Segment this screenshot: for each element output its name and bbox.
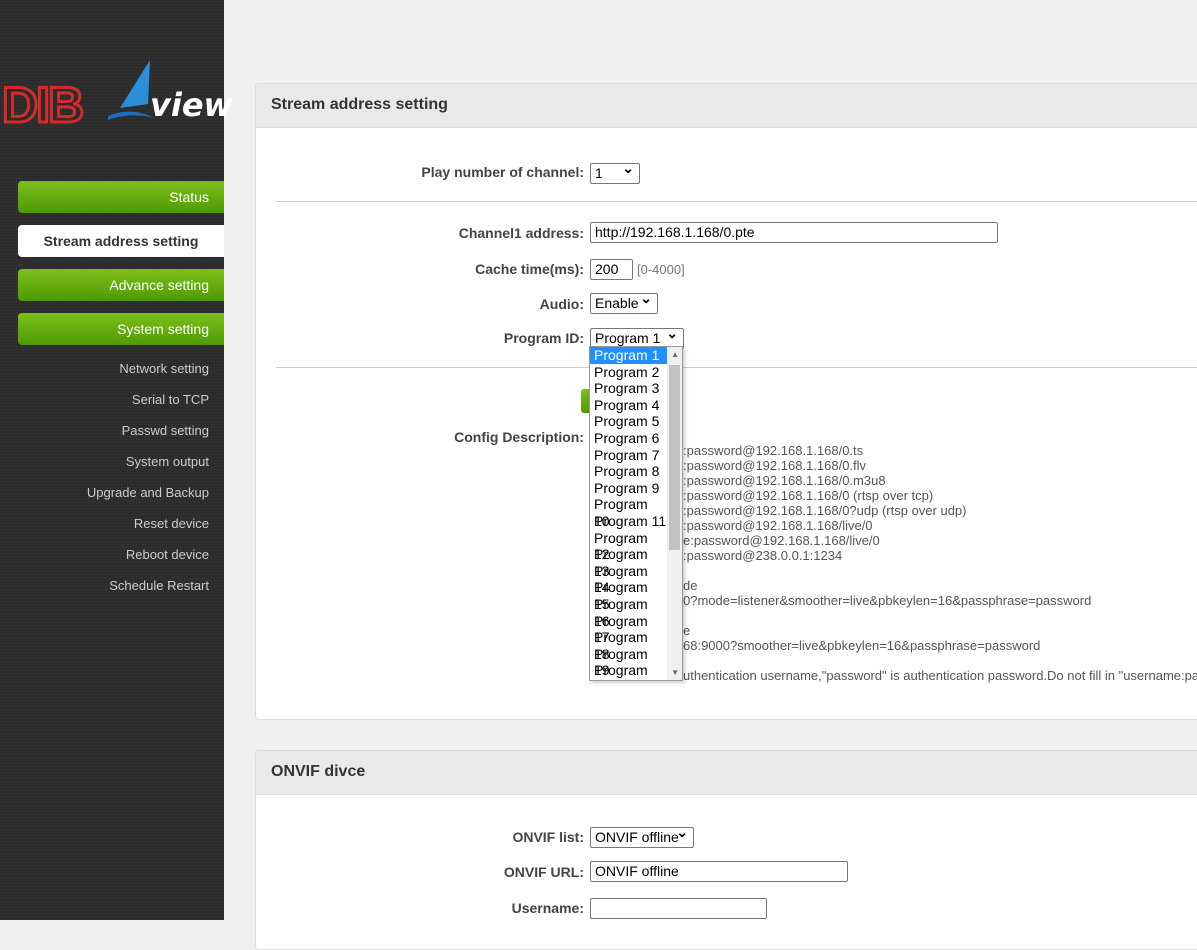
program-option[interactable]: Program 3 [590, 380, 667, 397]
program-option[interactable]: Program 18 [590, 629, 667, 662]
program-option[interactable]: Program 2 [590, 364, 667, 381]
onvif-url-input[interactable]: ONVIF offline [590, 861, 848, 882]
config-line: :password@192.168.1.168/live/0 [683, 518, 873, 533]
nav-stream-address-setting[interactable]: Stream address setting [18, 225, 224, 257]
program-option[interactable]: Program 5 [590, 413, 667, 430]
program-id-dropdown[interactable]: Program 1 Program 2 Program 3 Program 4 Prog… [589, 346, 683, 681]
program-option[interactable]: Program 1 [590, 347, 667, 364]
divider [276, 201, 1197, 202]
config-description-label: Config Description: [454, 429, 584, 445]
scrollbar-thumb[interactable] [669, 365, 680, 550]
program-option[interactable]: Program 13 [590, 546, 667, 579]
onvif-list-label: ONVIF list: [512, 829, 584, 845]
audio-label: Audio: [539, 296, 584, 312]
config-line: 0?mode=listener&smoother=live&pbkeylen=1… [683, 593, 1092, 608]
nav-reset-device[interactable]: Reset device [134, 516, 209, 531]
dropdown-scrollbar[interactable]: ▲ ▼ [667, 347, 682, 680]
cache-label: Cache time(ms): [475, 261, 584, 277]
nav-advance-setting[interactable]: Advance setting [18, 269, 224, 301]
audio-select[interactable]: Enable [590, 290, 658, 314]
username-label: Username: [511, 900, 584, 916]
config-line: uthentication username,"password" is aut… [683, 668, 1197, 683]
program-option[interactable]: Program 4 [590, 397, 667, 414]
onvif-list-value: ONVIF offline [595, 829, 679, 845]
play-number-value: 1 [595, 165, 603, 181]
cache-time-input[interactable]: 200 [590, 259, 633, 280]
config-line: :password@192.168.1.168/0?udp (rtsp over… [683, 503, 967, 518]
program-option[interactable]: Program 6 [590, 430, 667, 447]
divider [276, 367, 1197, 368]
program-option[interactable]: Program 12 [590, 530, 667, 563]
config-line: 68:9000?smoother=live&pbkeylen=16&passph… [683, 638, 1041, 653]
program-option[interactable]: Program 8 [590, 463, 667, 480]
config-line [683, 608, 1197, 623]
config-line: :password@192.168.1.168/0.flv [683, 458, 867, 473]
nav-system-output[interactable]: System output [126, 454, 209, 469]
logo-view: view [150, 86, 234, 124]
program-option[interactable]: Program 16 [590, 596, 667, 629]
nav-system-setting[interactable]: System setting [18, 313, 224, 345]
nav-schedule-restart[interactable]: Schedule Restart [109, 578, 209, 593]
stream-panel-title: Stream address setting [256, 84, 1197, 128]
program-option[interactable]: Program 17 [590, 613, 667, 646]
nav-passwd-setting[interactable]: Passwd setting [122, 423, 209, 438]
onvif-url-label: ONVIF URL: [503, 864, 584, 880]
program-option[interactable]: Program 19 [590, 646, 667, 679]
audio-value: Enable [595, 295, 639, 311]
config-description: :password@192.168.1.168/0.ts:password@19… [683, 443, 1197, 683]
onvif-panel: ONVIF divce ONVIF list: ONVIF offline ON… [255, 750, 1197, 950]
program-id-value: Program 1 [595, 330, 661, 346]
cache-range: [0-4000] [637, 262, 685, 277]
username-input[interactable] [590, 898, 767, 919]
config-line [683, 653, 1197, 668]
channel1-address-input[interactable]: http://192.168.1.168/0.pte [590, 222, 998, 243]
nav-status[interactable]: Status [18, 181, 224, 213]
nav-serial-to-tcp[interactable]: Serial to TCP [132, 392, 209, 407]
scroll-down-icon[interactable]: ▼ [671, 668, 679, 677]
play-number-select[interactable]: 1 [590, 160, 640, 184]
program-option[interactable]: Program 14 [590, 563, 667, 596]
logo-dib: DIB [0, 76, 85, 135]
program-option[interactable]: Program 20 [590, 662, 667, 680]
config-line: :password@192.168.1.168/0.m3u8 [683, 473, 886, 488]
config-line: :password@192.168.1.168/0 (rtsp over tcp… [683, 488, 934, 503]
scroll-up-icon[interactable]: ▲ [671, 350, 679, 359]
onvif-panel-title: ONVIF divce [256, 751, 1197, 795]
sidebar: DIB view Status Stream address setting A… [0, 0, 233, 920]
play-number-label: Play number of channel: [421, 164, 584, 180]
config-line: e:password@192.168.1.168/live/0 [683, 533, 880, 548]
program-option[interactable]: Program 15 [590, 579, 667, 612]
onvif-list-select[interactable]: ONVIF offline [590, 824, 694, 848]
config-line [683, 563, 1197, 578]
program-option[interactable]: Program 11 [590, 513, 667, 530]
nav-network-setting[interactable]: Network setting [119, 361, 209, 376]
stream-panel: Stream address setting Play number of ch… [255, 83, 1197, 720]
program-id-label: Program ID: [503, 330, 584, 346]
program-option[interactable]: Program 10 [590, 496, 667, 529]
config-line: :password@238.0.0.1:1234 [683, 548, 843, 563]
program-option[interactable]: Program 7 [590, 447, 667, 464]
config-line: :password@192.168.1.168/0.ts [683, 443, 864, 458]
nav-upgrade-backup[interactable]: Upgrade and Backup [87, 485, 209, 500]
config-line: de [683, 578, 698, 593]
nav-reboot-device[interactable]: Reboot device [126, 547, 209, 562]
channel1-label: Channel1 address: [458, 225, 584, 241]
config-line: e [683, 623, 691, 638]
program-option[interactable]: Program 9 [590, 480, 667, 497]
logo: DIB view [0, 58, 233, 135]
